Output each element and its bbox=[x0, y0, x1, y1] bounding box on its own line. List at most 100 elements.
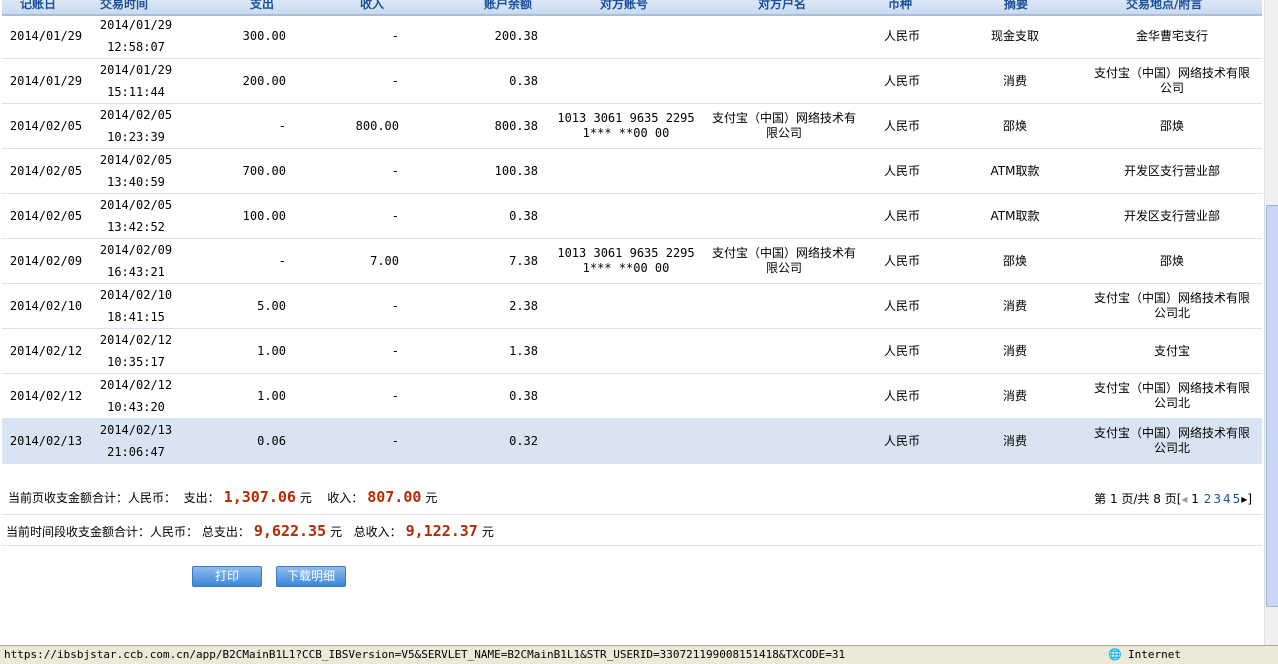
row-in: 7.00 bbox=[370, 253, 399, 268]
row-memo: 现金支取 bbox=[990, 28, 1039, 43]
page-in-value: 807.00 bbox=[367, 488, 422, 506]
row-out: 200.00 bbox=[242, 73, 286, 88]
header-place[interactable]: 交易地点/附言 bbox=[1126, 0, 1202, 12]
row-currency: 人民币 bbox=[883, 343, 920, 358]
table-row[interactable]: 2014/02/10 2014/02/10 18:41:15 5.00 - 2.38 人民币… bbox=[2, 284, 1262, 329]
trans-date: 2014/02/05 bbox=[99, 153, 173, 167]
trans-date: 2014/02/05 bbox=[99, 198, 173, 212]
row-out: 0.06 bbox=[257, 433, 286, 448]
row-date: 2014/02/10 bbox=[9, 298, 83, 313]
table-row[interactable]: 2014/02/13 2014/02/13 21:06:47 0.06 - 0.32 人民币… bbox=[2, 419, 1262, 464]
row-memo: 消费 bbox=[1002, 73, 1027, 88]
status-bar: https://ibsbjstar.ccb.com.cn/app/B2CMain… bbox=[0, 645, 1278, 664]
print-button[interactable]: 打印 bbox=[192, 566, 262, 587]
page-link[interactable]: 4 bbox=[1223, 492, 1231, 506]
period-summary-label: 当前时间段收支金额合计：人民币： bbox=[6, 525, 199, 539]
trans-time: 10:23:39 bbox=[107, 130, 165, 144]
trans-date: 2014/02/12 bbox=[99, 333, 173, 347]
row-date: 2014/02/12 bbox=[9, 388, 83, 403]
row-date: 2014/02/05 bbox=[9, 208, 83, 223]
table-row[interactable]: 2014/02/12 2014/02/12 10:43:20 1.00 - 0.38 人民币… bbox=[2, 374, 1262, 419]
row-balance: 100.38 bbox=[494, 163, 538, 178]
unit: 元 bbox=[425, 491, 438, 505]
row-time: 2014/02/12 10:35:17 bbox=[90, 329, 182, 373]
unit: 元 bbox=[330, 525, 343, 539]
divider bbox=[2, 545, 1262, 546]
status-url: https://ibsbjstar.ccb.com.cn/app/B2CMain… bbox=[4, 648, 846, 661]
page-link[interactable]: 5 bbox=[1233, 492, 1241, 506]
trans-time: 21:06:47 bbox=[107, 445, 165, 459]
trans-time: 13:42:52 bbox=[107, 220, 165, 234]
row-date: 2014/01/29 bbox=[9, 28, 83, 43]
table-row[interactable]: 2014/02/05 2014/02/05 10:23:39 - 800.00 800.3… bbox=[2, 104, 1262, 149]
row-account bbox=[550, 284, 702, 328]
row-in: - bbox=[391, 73, 399, 88]
row-place: 支付宝（中国）网络技术有限公司北 bbox=[1093, 381, 1250, 410]
pagination: 第 1 页/共 8 页[◂ 1 2 3 4 5▸] bbox=[1094, 490, 1252, 507]
row-memo: 消费 bbox=[1002, 298, 1027, 313]
bracket: ] bbox=[1247, 492, 1252, 506]
table-row[interactable]: 2014/02/09 2014/02/09 16:43:21 - 7.00 7.38 101… bbox=[2, 239, 1262, 284]
scrollbar-thumb[interactable] bbox=[1266, 205, 1278, 607]
row-out: 1.00 bbox=[257, 343, 286, 358]
row-out: 300.00 bbox=[242, 28, 286, 43]
table-row[interactable]: 2014/01/29 2014/01/29 15:11:44 200.00 - 0.38 人… bbox=[2, 59, 1262, 104]
row-in: - bbox=[391, 433, 399, 448]
row-balance: 1.38 bbox=[509, 343, 538, 358]
table-row[interactable]: 2014/02/12 2014/02/12 10:35:17 1.00 - 1.38 人民币… bbox=[2, 329, 1262, 374]
row-currency: 人民币 bbox=[883, 208, 920, 223]
trans-time: 16:43:21 bbox=[107, 265, 165, 279]
header-in[interactable]: 收入 bbox=[360, 0, 384, 12]
table-row[interactable]: 2014/01/29 2014/01/29 12:58:07 300.00 - 200.3… bbox=[2, 14, 1262, 59]
period-in-label: 总收入： bbox=[353, 525, 402, 539]
prev-icon[interactable]: ◂ bbox=[1181, 492, 1187, 506]
trans-time: 18:41:15 bbox=[107, 310, 165, 324]
row-place: 支付宝（中国）网络技术有限公司北 bbox=[1093, 426, 1250, 455]
trans-date: 2014/01/29 bbox=[99, 18, 173, 32]
row-balance: 800.38 bbox=[494, 118, 538, 133]
row-time: 2014/02/13 21:06:47 bbox=[90, 419, 182, 463]
table-row[interactable]: 2014/02/05 2014/02/05 13:40:59 700.00 - 100.3… bbox=[2, 149, 1262, 194]
vertical-scrollbar[interactable] bbox=[1264, 0, 1278, 645]
row-counterparty bbox=[710, 419, 858, 463]
row-date: 2014/02/05 bbox=[9, 118, 83, 133]
row-date: 2014/02/09 bbox=[9, 253, 83, 268]
row-memo: ATM取款 bbox=[990, 208, 1040, 223]
row-balance: 0.32 bbox=[509, 433, 538, 448]
row-out: 100.00 bbox=[242, 208, 286, 223]
header-time[interactable]: 交易时间 bbox=[100, 0, 148, 12]
page-out-label: 支出： bbox=[183, 491, 220, 505]
row-place: 支付宝（中国）网络技术有限公司 bbox=[1093, 66, 1250, 95]
row-balance: 0.38 bbox=[509, 73, 538, 88]
trans-date: 2014/01/29 bbox=[99, 63, 173, 77]
period-in-value: 9,122.37 bbox=[405, 522, 478, 540]
row-time: 2014/02/10 18:41:15 bbox=[90, 284, 182, 328]
trans-time: 10:35:17 bbox=[107, 355, 165, 369]
row-account bbox=[550, 194, 702, 238]
row-currency: 人民币 bbox=[883, 388, 920, 403]
header-date[interactable]: 记账日 bbox=[20, 0, 56, 12]
trans-date: 2014/02/12 bbox=[99, 378, 173, 392]
row-out: 1.00 bbox=[257, 388, 286, 403]
row-counterparty bbox=[710, 59, 858, 103]
page-link[interactable]: 3 bbox=[1213, 492, 1221, 506]
main-content: 记账日 交易时间 支出 收入 账户余额 对方账号 对方户名 币种 摘要 交易地点… bbox=[0, 0, 1262, 645]
row-place: 开发区支行营业部 bbox=[1123, 163, 1220, 178]
page-link[interactable]: 2 bbox=[1204, 492, 1212, 506]
row-place: 邵焕 bbox=[1159, 253, 1184, 268]
header-out[interactable]: 支出 bbox=[250, 0, 274, 12]
row-currency: 人民币 bbox=[883, 73, 920, 88]
page-info: 第 1 页/共 8 页[ bbox=[1094, 492, 1182, 506]
table-row[interactable]: 2014/02/05 2014/02/05 13:42:52 100.00 - 0.38 人… bbox=[2, 194, 1262, 239]
row-in: - bbox=[391, 28, 399, 43]
divider bbox=[2, 514, 1262, 515]
unit: 元 bbox=[299, 491, 312, 505]
row-balance: 0.38 bbox=[509, 208, 538, 223]
row-place: 支付宝 bbox=[1153, 343, 1190, 358]
trans-time: 12:58:07 bbox=[107, 40, 165, 54]
header-balance: 账户余额 bbox=[484, 0, 533, 11]
row-out: - bbox=[278, 253, 286, 268]
page-summary-label: 当前页收支金额合计：人民币： bbox=[8, 491, 177, 505]
download-button[interactable]: 下载明细 bbox=[276, 566, 346, 587]
row-balance: 7.38 bbox=[509, 253, 538, 268]
